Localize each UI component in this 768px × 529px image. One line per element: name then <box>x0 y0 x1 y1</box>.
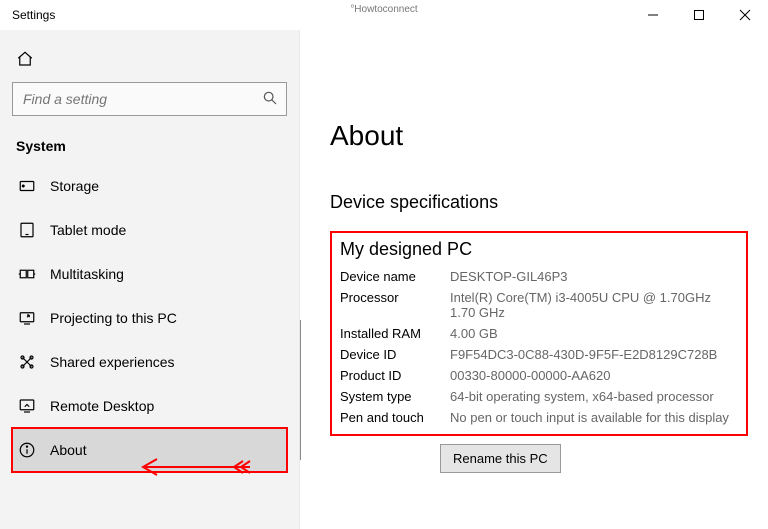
watermark-text: °Howtoconnect <box>350 4 417 15</box>
search-input[interactable] <box>21 90 262 108</box>
spec-label: System type <box>340 389 450 404</box>
spec-value: Intel(R) Core(TM) i3-4005U CPU @ 1.70GHz… <box>450 290 738 320</box>
section-heading: Device specifications <box>330 192 748 213</box>
sidebar: System Storage Tablet mode <box>0 30 300 529</box>
projecting-icon <box>18 309 36 327</box>
spec-row-system-type: System type 64-bit operating system, x64… <box>340 386 738 407</box>
sidebar-item-label: Multitasking <box>50 266 124 282</box>
spec-row-device-id: Device ID F9F54DC3-0C88-430D-9F5F-E2D812… <box>340 344 738 365</box>
spec-label: Processor <box>340 290 450 320</box>
spec-row-product-id: Product ID 00330-80000-00000-AA620 <box>340 365 738 386</box>
rename-pc-button[interactable]: Rename this PC <box>440 444 561 473</box>
remote-desktop-icon <box>18 397 36 415</box>
spec-label: Device ID <box>340 347 450 362</box>
sidebar-item-label: Projecting to this PC <box>50 310 177 326</box>
sidebar-item-label: Tablet mode <box>50 222 126 238</box>
multitasking-icon <box>18 265 36 283</box>
spec-value: DESKTOP-GIL46P3 <box>450 269 738 284</box>
search-box[interactable] <box>12 82 287 116</box>
maximize-button[interactable] <box>676 0 722 30</box>
sidebar-item-label: Shared experiences <box>50 354 175 370</box>
sidebar-item-label: Storage <box>50 178 99 194</box>
sidebar-item-remote-desktop[interactable]: Remote Desktop <box>12 384 287 428</box>
about-icon <box>18 441 36 459</box>
spec-label: Pen and touch <box>340 410 450 425</box>
sidebar-group-header: System <box>16 138 283 154</box>
spec-value: 00330-80000-00000-AA620 <box>450 368 738 383</box>
spec-label: Device name <box>340 269 450 284</box>
spec-row-device-name: Device name DESKTOP-GIL46P3 <box>340 266 738 287</box>
scrollbar-indicator[interactable] <box>300 320 301 460</box>
page-title: About <box>330 120 748 152</box>
spec-value: F9F54DC3-0C88-430D-9F5F-E2D8129C728B <box>450 347 738 362</box>
sidebar-item-projecting[interactable]: Projecting to this PC <box>12 296 287 340</box>
tablet-icon <box>18 221 36 239</box>
home-icon[interactable] <box>16 50 287 68</box>
storage-icon <box>18 177 36 195</box>
close-button[interactable] <box>722 0 768 30</box>
spec-value: 64-bit operating system, x64-based proce… <box>450 389 738 404</box>
window-title: Settings <box>12 8 55 22</box>
minimize-button[interactable] <box>630 0 676 30</box>
spec-value: 4.00 GB <box>450 326 738 341</box>
sidebar-item-multitasking[interactable]: Multitasking <box>12 252 287 296</box>
pc-name: My designed PC <box>340 239 738 260</box>
sidebar-item-about[interactable]: About <box>12 428 287 472</box>
spec-row-processor: Processor Intel(R) Core(TM) i3-4005U CPU… <box>340 287 738 323</box>
sidebar-item-label: Remote Desktop <box>50 398 154 414</box>
device-spec-highlight: My designed PC Device name DESKTOP-GIL46… <box>330 231 748 436</box>
spec-value: No pen or touch input is available for t… <box>450 410 738 425</box>
sidebar-item-tablet-mode[interactable]: Tablet mode <box>12 208 287 252</box>
spec-label: Product ID <box>340 368 450 383</box>
spec-label: Installed RAM <box>340 326 450 341</box>
sidebar-item-storage[interactable]: Storage <box>12 164 287 208</box>
shared-icon <box>18 353 36 371</box>
spec-row-ram: Installed RAM 4.00 GB <box>340 323 738 344</box>
title-bar: Settings °Howtoconnect <box>0 0 768 30</box>
search-icon <box>262 90 278 109</box>
sidebar-item-label: About <box>50 442 87 458</box>
main-pane: About Device specifications My designed … <box>300 30 768 529</box>
sidebar-item-shared-experiences[interactable]: Shared experiences <box>12 340 287 384</box>
spec-row-pen-touch: Pen and touch No pen or touch input is a… <box>340 407 738 428</box>
